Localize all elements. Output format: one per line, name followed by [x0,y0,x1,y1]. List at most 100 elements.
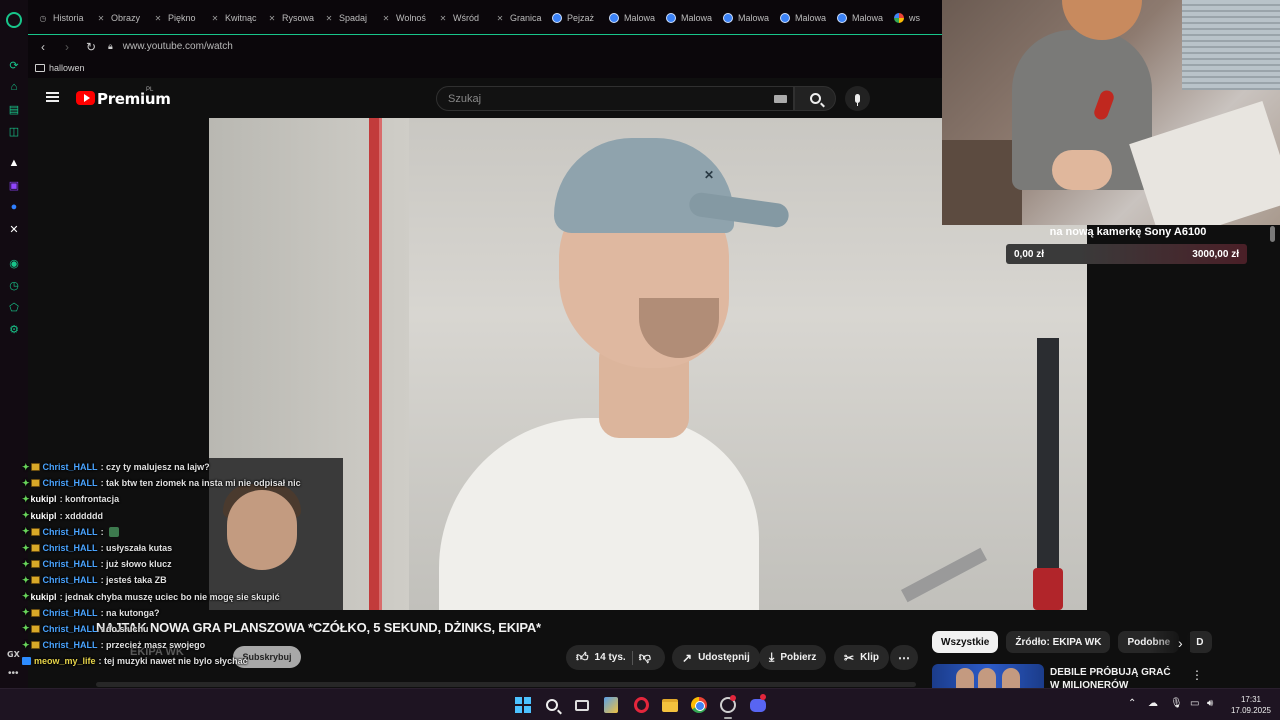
start-button[interactable] [514,696,532,714]
chat-username[interactable]: Christ_HALL [43,478,98,488]
youtube-premium-text[interactable]: Premium [97,90,171,108]
chat-text: : jednak chyba muszę uciec bo nie mogę s… [59,591,280,602]
chat-username[interactable]: Christ_HALL [43,462,98,472]
taskbar-search-button[interactable] [543,696,561,714]
filter-chip[interactable]: Wszystkie [932,631,999,653]
scrollbar[interactable] [1270,226,1275,242]
browser-tab[interactable]: ✕ Obrazy [92,7,149,29]
more-icon[interactable]: ••• [8,668,19,679]
extensions-icon[interactable]: ⬠ [7,300,21,314]
browser-tab[interactable]: ✕ Kwitnąc [206,7,263,29]
filter-chip[interactable]: Źródło: EKIPA WK [1006,631,1111,653]
browser-tab[interactable]: Malowa [776,7,833,29]
taskbar-app-opera-gx[interactable] [719,695,737,714]
chat-message: ✦ Christ_HALL: na kutonga? [22,605,352,621]
taskbar-app-discord[interactable] [749,693,767,714]
browser-tab[interactable]: ws [890,7,942,29]
chevron-right-icon[interactable]: › [1178,635,1183,651]
chat-username[interactable]: Christ_HALL [43,543,98,553]
chat-username[interactable]: Christ_HALL [43,608,98,618]
gx-corner-icon[interactable]: ▤ [7,102,21,116]
player-icon[interactable]: ◉ [7,256,21,270]
volume-icon[interactable]: 🔊︎ [1207,698,1213,709]
chat-message: ✦ Christ_HALL: usłyszała kutas [22,540,352,556]
reload-icon[interactable]: ↻ [84,40,98,54]
settings-gear-icon[interactable]: ⚙ [7,322,21,336]
tab-label: Malowa [624,13,656,23]
chat-username[interactable]: meow_my_life [34,656,96,666]
tab-label: Malowa [852,13,884,23]
bookmark-folder-hallowen[interactable]: hallowen [49,63,85,73]
browser-tab[interactable]: Malowa [719,7,776,29]
microphone-icon[interactable]: 🎙︎ [1170,698,1183,709]
browser-tab[interactable]: Pejzaż [548,7,605,29]
chat-username[interactable]: Christ_HALL [43,527,98,537]
chevron-up-icon[interactable]: ⌃ [1128,698,1136,709]
gx-apps-icon[interactable]: ▲ [7,156,21,170]
chat-username[interactable]: Christ_HALL [43,559,98,569]
browser-tab[interactable]: ✕ Granica [491,7,548,29]
taskbar-app-opera[interactable] [632,696,650,714]
chat-username[interactable]: Christ_HALL [43,575,98,585]
cloud-icon[interactable]: ☁ [1148,698,1158,709]
more-vertical-icon[interactable]: ⋮ [1191,668,1203,682]
search-button[interactable] [794,86,836,111]
task-view-button[interactable] [573,696,591,714]
chat-username[interactable]: kukipl [31,592,57,602]
x-icon[interactable]: ✕ [7,222,21,236]
keyboard-icon[interactable] [774,95,787,103]
clock-icon: ◷ [39,13,47,23]
chat-username[interactable]: Christ_HALL [43,640,98,650]
share-label: Udostępnij [698,652,750,663]
taskbar-app-file[interactable] [602,696,620,714]
browser-tab[interactable]: ✕ Rysowa [263,7,320,29]
search-input[interactable]: Szukaj [436,86,794,111]
display-icon[interactable]: ▭ [1190,698,1199,709]
clip-button[interactable]: ✂ Klip [834,645,889,670]
thumbs-up-icon[interactable]: 👍︎ [576,650,589,665]
badge-star-icon: ✦ [22,574,30,585]
chat-username[interactable]: kukipl [31,494,57,504]
browser-tab[interactable]: ✕ Wolnoś [377,7,434,29]
messenger-icon[interactable]: ● [7,200,21,214]
filter-chip[interactable]: D [1187,631,1213,653]
lock-icon[interactable]: 🔒︎ [108,41,113,52]
taskbar-app-chrome[interactable] [690,696,708,714]
webcam-overlay [942,0,1280,225]
browser-tab[interactable]: ✕ Wśród [434,7,491,29]
chat-username[interactable]: Christ_HALL [43,624,98,634]
download-button[interactable]: ⤓ Pobierz [759,645,827,670]
gx-music-icon[interactable]: ◫ [7,124,21,138]
browser-tab[interactable]: ◷ Historia [34,7,92,29]
gx-control-icon[interactable]: ⟳ [7,58,21,72]
voice-search-button[interactable] [845,86,870,111]
thumbs-down-icon[interactable]: 👎︎ [639,650,651,665]
globe-icon [837,13,847,23]
chat-message: ✦ kukipl: konfrontacja [22,491,352,507]
history-icon[interactable]: ◷ [7,278,21,292]
recommendation-thumbnail[interactable] [932,664,1044,688]
gx-cleaner-icon[interactable]: ⌂ [7,80,21,94]
system-clock[interactable]: 17:31 17.09.2025 [1226,694,1276,716]
url-field[interactable]: www.youtube.com/watch [123,41,233,52]
browser-tab[interactable]: Malowa [605,7,662,29]
chat-username[interactable]: kukipl [31,511,57,521]
browser-tab[interactable]: Malowa [662,7,719,29]
badge-star-icon: ✦ [22,477,30,488]
back-icon[interactable]: ‹ [36,40,50,54]
browser-tab[interactable]: Malowa [833,7,890,29]
more-actions-button[interactable]: ⋯ [890,645,918,670]
share-button[interactable]: ↗ Udostępnij [672,645,760,670]
taskbar-app-explorer[interactable] [661,696,679,714]
forward-icon[interactable]: › [60,40,74,54]
browser-tab[interactable]: ✕ Piękno [149,7,206,29]
youtube-logo-icon[interactable] [76,91,95,105]
like-count[interactable]: 14 tys. [595,652,626,663]
recommendation-title[interactable]: DEBILE PRÓBUJĄ GRAĆ W MILIONERÓW [1050,666,1180,688]
windows-logo-icon [515,697,531,713]
stream-chat: ✦ Christ_HALL: czy ty malujesz na lajw? ✦ C… [22,459,352,669]
twitch-icon[interactable]: ▣ [7,178,21,192]
browser-tab[interactable]: ✕ Spadaj [320,7,377,29]
opera-gx-logo-icon[interactable] [6,12,22,28]
menu-icon[interactable] [46,92,59,102]
